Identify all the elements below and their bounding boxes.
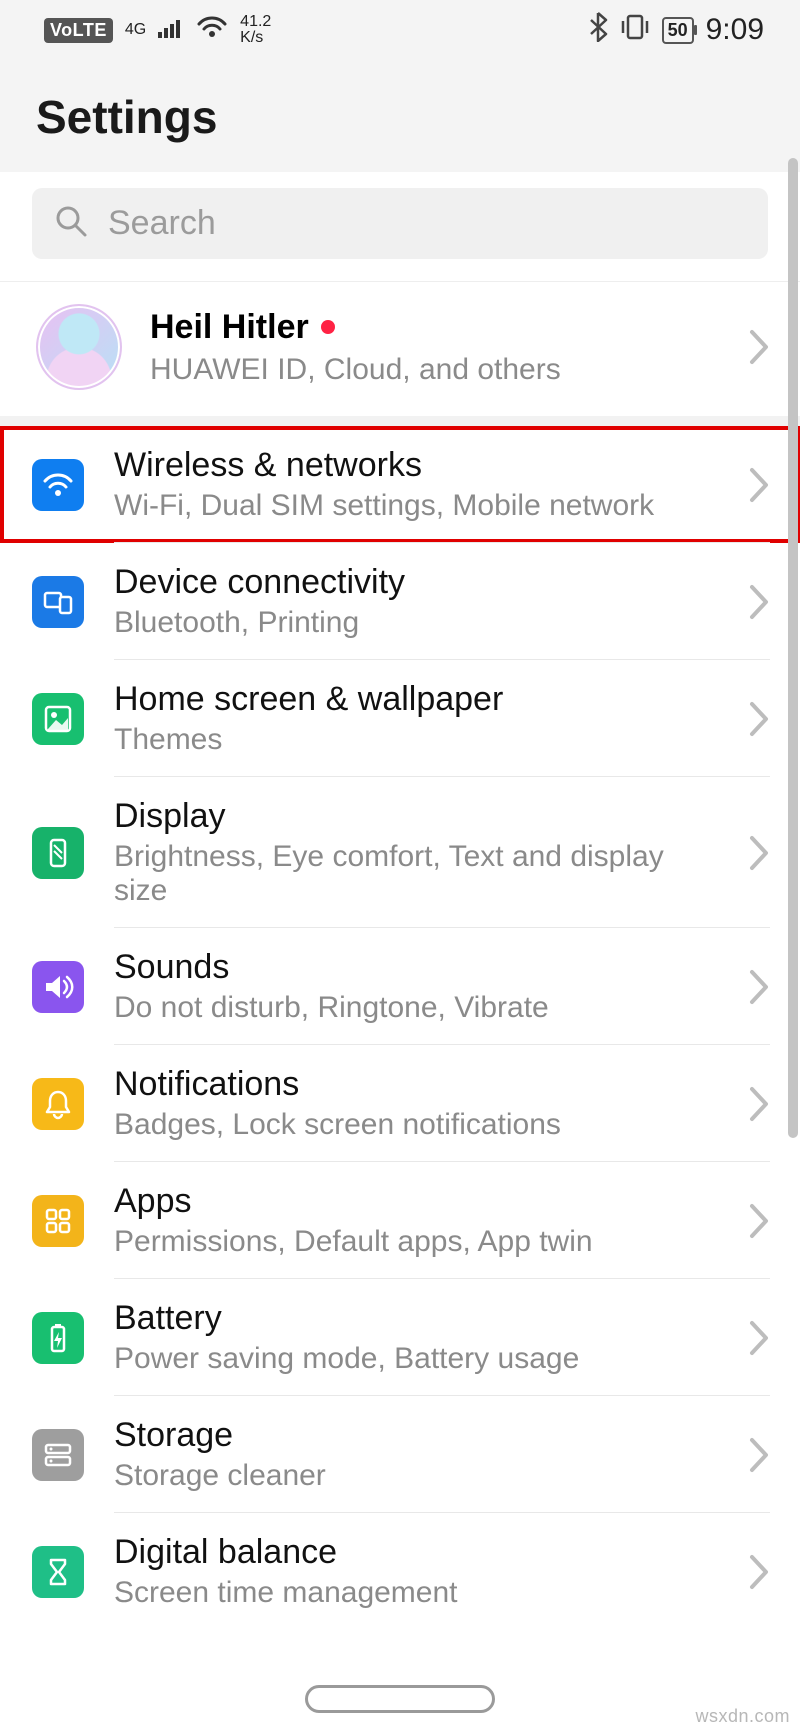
network-speed: 41.2 K/s: [240, 14, 271, 46]
item-title: Notifications: [114, 1065, 718, 1104]
item-apps[interactable]: Apps Permissions, Default apps, App twin: [0, 1162, 800, 1279]
account-subtitle: HUAWEI ID, Cloud, and others: [150, 353, 720, 387]
scrollbar[interactable]: [788, 158, 798, 1138]
phone-icon: [32, 827, 84, 879]
item-display[interactable]: Display Brightness, Eye comfort, Text an…: [0, 777, 800, 928]
chevron-right-icon: [748, 1319, 770, 1357]
account-row[interactable]: Heil Hitler HUAWEI ID, Cloud, and others: [0, 282, 800, 426]
page-header: Settings: [0, 60, 800, 172]
item-subtitle: Screen time management: [114, 1576, 718, 1610]
status-left: VoLTE 4G 41.2 K/s: [44, 14, 271, 46]
item-wireless-networks[interactable]: Wireless & networks Wi-Fi, Dual SIM sett…: [0, 426, 800, 543]
bell-icon: [32, 1078, 84, 1130]
page-title: Settings: [36, 90, 764, 144]
chevron-right-icon: [748, 328, 770, 366]
clock: 9:09: [706, 13, 764, 47]
item-subtitle: Themes: [114, 723, 718, 757]
item-device-connectivity[interactable]: Device connectivity Bluetooth, Printing: [0, 543, 800, 660]
search-placeholder: Search: [108, 204, 216, 243]
status-bar: VoLTE 4G 41.2 K/s 50 9:09: [0, 0, 800, 60]
chevron-right-icon: [748, 1553, 770, 1591]
item-title: Digital balance: [114, 1533, 718, 1572]
item-storage[interactable]: Storage Storage cleaner: [0, 1396, 800, 1513]
chevron-right-icon: [748, 1085, 770, 1123]
item-subtitle: Storage cleaner: [114, 1459, 718, 1493]
status-right: 50 9:09: [588, 12, 764, 49]
item-notifications[interactable]: Notifications Badges, Lock screen notifi…: [0, 1045, 800, 1162]
signal-icon: [158, 16, 184, 45]
chevron-right-icon: [748, 700, 770, 738]
item-title: Storage: [114, 1416, 718, 1455]
account-text: Heil Hitler HUAWEI ID, Cloud, and others: [150, 308, 720, 387]
notification-dot-icon: [321, 320, 335, 334]
hourglass-icon: [32, 1546, 84, 1598]
chevron-right-icon: [748, 834, 770, 872]
search-input[interactable]: Search: [32, 188, 768, 259]
chevron-right-icon: [748, 1202, 770, 1240]
watermark: wsxdn.com: [695, 1706, 790, 1727]
nav-pill[interactable]: [305, 1685, 495, 1713]
item-subtitle: Badges, Lock screen notifications: [114, 1108, 718, 1142]
chevron-right-icon: [748, 583, 770, 621]
speaker-icon: [32, 961, 84, 1013]
item-subtitle: Bluetooth, Printing: [114, 606, 718, 640]
speed-value: 41.2: [240, 14, 271, 30]
image-icon: [32, 693, 84, 745]
devices-icon: [32, 576, 84, 628]
wifi-icon: [32, 459, 84, 511]
avatar: [36, 304, 122, 390]
account-name: Heil Hitler: [150, 308, 309, 347]
item-title: Apps: [114, 1182, 718, 1221]
search-container: Search: [0, 172, 800, 282]
item-subtitle: Power saving mode, Battery usage: [114, 1342, 718, 1376]
bluetooth-icon: [588, 12, 608, 49]
chevron-right-icon: [748, 1436, 770, 1474]
item-sounds[interactable]: Sounds Do not disturb, Ringtone, Vibrate: [0, 928, 800, 1045]
item-subtitle: Permissions, Default apps, App twin: [114, 1225, 718, 1259]
item-home-screen-wallpaper[interactable]: Home screen & wallpaper Themes: [0, 660, 800, 777]
item-digital-balance[interactable]: Digital balance Screen time management: [0, 1513, 800, 1630]
chevron-right-icon: [748, 968, 770, 1006]
speed-unit: K/s: [240, 30, 271, 46]
settings-list: Wireless & networks Wi-Fi, Dual SIM sett…: [0, 426, 800, 1630]
item-title: Wireless & networks: [114, 446, 718, 485]
wifi-icon: [196, 15, 228, 46]
vibrate-icon: [620, 13, 650, 48]
item-title: Home screen & wallpaper: [114, 680, 718, 719]
item-title: Device connectivity: [114, 563, 718, 602]
item-subtitle: Wi-Fi, Dual SIM settings, Mobile network: [114, 489, 718, 523]
storage-icon: [32, 1429, 84, 1481]
item-subtitle: Do not disturb, Ringtone, Vibrate: [114, 991, 718, 1025]
search-icon: [54, 204, 88, 243]
item-title: Display: [114, 797, 718, 836]
item-title: Battery: [114, 1299, 718, 1338]
battery-icon: [32, 1312, 84, 1364]
item-subtitle: Brightness, Eye comfort, Text and displa…: [114, 840, 718, 908]
apps-grid-icon: [32, 1195, 84, 1247]
network-gen: 4G: [125, 22, 146, 38]
volte-indicator: VoLTE: [44, 18, 113, 43]
chevron-right-icon: [748, 466, 770, 504]
item-battery[interactable]: Battery Power saving mode, Battery usage: [0, 1279, 800, 1396]
item-title: Sounds: [114, 948, 718, 987]
battery-indicator: 50: [662, 17, 694, 44]
